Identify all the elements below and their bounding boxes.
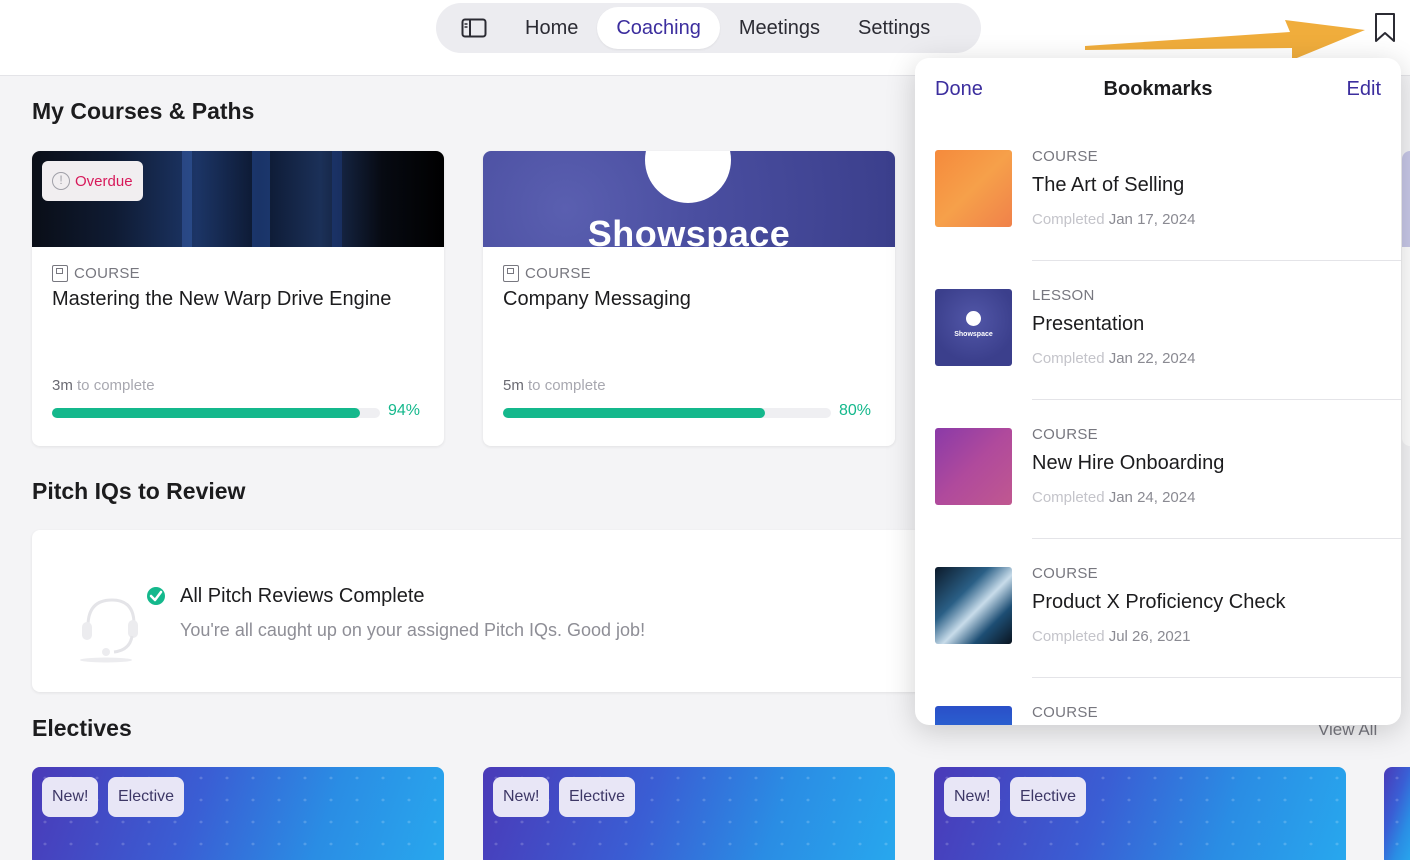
course-type-label: COURSE: [525, 265, 591, 282]
tab-meetings[interactable]: Meetings: [720, 7, 839, 49]
course-card[interactable]: ! Overdue COURSE Mastering the New Warp …: [32, 151, 444, 446]
bookmark-name: The Art of Selling: [1032, 174, 1185, 196]
nav-segmented-control: Home Coaching Meetings Settings: [436, 3, 981, 53]
bookmarks-title: Bookmarks: [1103, 78, 1213, 100]
overdue-label: Overdue: [75, 172, 133, 190]
elective-tag: Elective: [108, 777, 185, 817]
tab-home[interactable]: Home: [506, 7, 597, 49]
edit-button[interactable]: Edit: [1347, 78, 1381, 101]
time-suffix: to complete: [77, 377, 155, 394]
elective-tag: Elective: [1010, 777, 1087, 817]
course-title: Company Messaging: [503, 288, 691, 310]
course-type: COURSE: [503, 265, 875, 282]
bookmark-name: Presentation: [1032, 313, 1145, 335]
completed-label: Completed: [1032, 628, 1105, 645]
course-type-label: COURSE: [74, 265, 140, 282]
date-value: Jan 22, 2024: [1108, 350, 1196, 367]
bookmark-type: COURSE: [1032, 148, 1098, 165]
course-image-partial: [1402, 151, 1410, 247]
course-image: Showspace: [483, 151, 895, 247]
new-tag: New!: [493, 777, 550, 817]
bookmark-item[interactable]: COURSE Product X Proficiency Check Compl…: [915, 565, 1401, 706]
new-tag: New!: [944, 777, 1001, 817]
time-value: 3m: [52, 377, 73, 394]
bookmark-type: COURSE: [1032, 426, 1098, 443]
showspace-logo-circle: [645, 151, 731, 203]
divider: [1032, 538, 1401, 539]
bookmark-thumbnail: [935, 567, 1012, 644]
tab-settings[interactable]: Settings: [839, 7, 949, 49]
bookmark-completed-date: Completed Jan 24, 2024: [1032, 489, 1195, 506]
bookmark-completed-date: Completed Jan 22, 2024: [1032, 350, 1195, 367]
completed-label: Completed: [1032, 211, 1105, 228]
doodle-pattern: [1384, 767, 1410, 860]
showspace-logo-circle: [966, 311, 981, 326]
elective-card[interactable]: New! Elective: [32, 767, 444, 860]
course-type: COURSE: [52, 265, 424, 282]
sidebar-icon[interactable]: [442, 8, 506, 48]
bookmark-icon[interactable]: [1368, 8, 1402, 48]
progress-bar: [503, 408, 831, 418]
courses-section-title: My Courses & Paths: [32, 98, 255, 124]
divider: [1032, 677, 1401, 678]
bookmark-thumbnail: [935, 428, 1012, 505]
elective-card[interactable]: New! Elective: [934, 767, 1346, 860]
overdue-badge: ! Overdue: [42, 161, 143, 201]
elective-tag: Elective: [559, 777, 636, 817]
bookmark-type: COURSE: [1032, 565, 1098, 582]
alert-icon: !: [52, 172, 70, 190]
completed-label: Completed: [1032, 350, 1105, 367]
date-value: Jan 17, 2024: [1108, 211, 1196, 228]
callout-arrow: [1085, 20, 1365, 60]
completed-label: Completed: [1032, 489, 1105, 506]
date-value: Jul 26, 2021: [1108, 628, 1191, 645]
bookmark-item[interactable]: Showspace LESSON Presentation Completed …: [915, 287, 1401, 428]
headset-check-icon: [80, 587, 165, 663]
bookmark-item[interactable]: COURSE: [915, 704, 1401, 725]
bookmark-completed-date: Completed Jul 26, 2021: [1032, 628, 1190, 645]
date-value: Jan 24, 2024: [1108, 489, 1196, 506]
bookmark-item[interactable]: COURSE The Art of Selling Completed Jan …: [915, 148, 1401, 289]
bookmark-type: LESSON: [1032, 287, 1095, 304]
elective-card[interactable]: New! Elective: [483, 767, 895, 860]
bookmarks-header: Done Bookmarks Edit: [915, 58, 1401, 120]
showspace-logo-text: Showspace: [954, 331, 993, 338]
new-tag: New!: [42, 777, 99, 817]
pitch-section-title: Pitch IQs to Review: [32, 478, 246, 504]
book-icon: [52, 265, 68, 282]
course-image: ! Overdue: [32, 151, 444, 247]
course-card[interactable]: Showspace COURSE Company Messaging 5m to…: [483, 151, 895, 446]
bookmark-thumbnail: Showspace: [935, 289, 1012, 366]
bookmarks-popover: Done Bookmarks Edit COURSE The Art of Se…: [915, 58, 1401, 725]
time-suffix: to complete: [528, 377, 606, 394]
course-title: Mastering the New Warp Drive Engine: [52, 288, 392, 310]
time-to-complete: 5m to complete: [503, 377, 606, 394]
pitch-status-title: All Pitch Reviews Complete: [180, 585, 425, 607]
electives-section-title: Electives: [32, 715, 132, 741]
tab-coaching[interactable]: Coaching: [597, 7, 720, 49]
bookmark-thumbnail: [935, 706, 1012, 725]
bookmark-name: New Hire Onboarding: [1032, 452, 1225, 474]
showspace-logo-text: Showspace: [587, 213, 791, 247]
bookmark-name: Product X Proficiency Check: [1032, 591, 1286, 613]
bookmark-type: COURSE: [1032, 704, 1098, 721]
progress-fill: [503, 408, 766, 418]
time-value: 5m: [503, 377, 524, 394]
book-icon: [503, 265, 519, 282]
progress-percent: 94%: [388, 402, 421, 419]
bookmark-thumbnail: [935, 150, 1012, 227]
divider: [1032, 399, 1401, 400]
progress-fill: [52, 408, 361, 418]
bookmark-item[interactable]: COURSE New Hire Onboarding Completed Jan…: [915, 426, 1401, 567]
progress-percent: 80%: [839, 402, 872, 419]
time-to-complete: 3m to complete: [52, 377, 155, 394]
progress-bar: [52, 408, 380, 418]
elective-card-partial[interactable]: [1384, 767, 1410, 860]
bookmark-completed-date: Completed Jan 17, 2024: [1032, 211, 1195, 228]
divider: [1032, 260, 1401, 261]
pitch-status-subtitle: You're all caught up on your assigned Pi…: [180, 620, 646, 640]
pitch-review-panel: All Pitch Reviews Complete You're all ca…: [32, 530, 932, 692]
